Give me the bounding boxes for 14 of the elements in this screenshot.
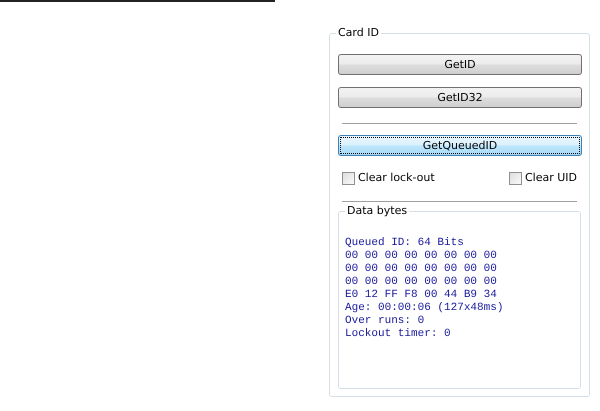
data-line: Lockout timer: 0	[345, 328, 452, 340]
button[interactable]: GetQueuedID	[338, 135, 582, 156]
checkbox[interactable]: Clear lock-out	[342, 170, 435, 186]
data-line: 00 00 00 00 00 00 00 00	[345, 262, 498, 276]
data-line: E0 12 FF F8 00 44 B9 34	[345, 288, 498, 302]
button[interactable]: GetID32	[338, 87, 582, 108]
data-line: Over runs: 0	[345, 314, 426, 328]
data-line: 00 00 00 00 00 00 00 00	[345, 276, 498, 288]
button[interactable]: GetID	[338, 54, 582, 75]
checkbox[interactable]: Clear UID	[508, 170, 577, 186]
data-line: Age: 00:00:06 (127x48ms)	[345, 302, 504, 314]
data-line: 00 00 00 00 00 00 00 00	[345, 250, 498, 262]
data-line: Queued ID: 64 Bits	[345, 236, 465, 250]
panel-title: Data bytes	[345, 204, 410, 218]
